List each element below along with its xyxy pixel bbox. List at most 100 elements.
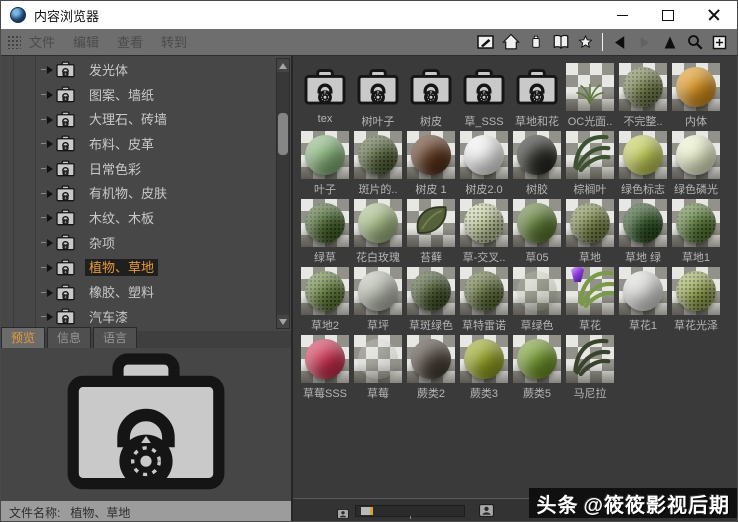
tree-item-杂项[interactable]: 杂项 (1, 231, 291, 256)
scrollbar-thumb[interactable] (278, 113, 288, 155)
material-thumbnail[interactable] (566, 199, 614, 247)
material-thumbnail[interactable] (354, 335, 402, 383)
material-item[interactable]: 绿色磷光 (672, 131, 720, 196)
material-thumbnail[interactable] (566, 335, 614, 383)
menu-文件[interactable]: 文件 (29, 35, 55, 50)
material-thumbnail[interactable] (460, 199, 508, 247)
material-item[interactable]: 叶子 (301, 131, 349, 196)
material-item[interactable]: 草地 绿 (619, 199, 667, 264)
preset-jar-icon[interactable] (524, 32, 547, 53)
expander-icon[interactable] (41, 288, 53, 297)
material-item[interactable]: OC光面.. (566, 63, 614, 128)
material-thumbnail[interactable] (672, 63, 720, 111)
scroll-down-button[interactable] (277, 315, 289, 328)
material-thumbnail[interactable] (619, 199, 667, 247)
expander-icon[interactable] (41, 189, 53, 198)
close-button[interactable] (691, 1, 737, 29)
material-thumbnail[interactable] (460, 335, 508, 383)
material-thumbnail[interactable] (566, 131, 614, 179)
menu-查看[interactable]: 查看 (117, 35, 143, 50)
material-thumbnail[interactable] (407, 335, 455, 383)
catalog-book-icon[interactable] (549, 32, 572, 53)
expander-icon[interactable] (41, 214, 53, 223)
tree-item-大理石、砖墙[interactable]: 大理石、砖墙 (1, 107, 291, 132)
material-item[interactable]: 蕨类3 (460, 335, 508, 400)
expander-icon[interactable] (41, 263, 53, 272)
expander-icon[interactable] (41, 165, 53, 174)
material-item[interactable]: 苔藓 (407, 199, 455, 264)
material-thumbnail[interactable] (301, 131, 349, 179)
material-item[interactable]: 草地1 (672, 199, 720, 264)
folder-thumbnail[interactable] (354, 63, 402, 111)
favorites-star-icon[interactable] (574, 32, 597, 53)
material-item[interactable]: 树皮2.0 (460, 131, 508, 196)
material-thumbnail[interactable] (407, 131, 455, 179)
material-thumbnail[interactable] (619, 267, 667, 315)
material-item[interactable]: 蕨类5 (513, 335, 561, 400)
add-browser-icon[interactable] (708, 32, 731, 53)
tree-item-发光体[interactable]: 发光体 (1, 58, 291, 83)
material-item[interactable]: 草坪 (354, 267, 402, 332)
material-item[interactable]: 草莓SSS (301, 335, 349, 400)
up-icon[interactable] (658, 32, 681, 53)
menu-编辑[interactable]: 编辑 (73, 35, 99, 50)
back-icon[interactable] (608, 32, 631, 53)
folder-thumbnail[interactable] (301, 63, 349, 111)
expander-icon[interactable] (41, 66, 53, 75)
material-thumbnail[interactable] (354, 267, 402, 315)
material-thumbnail[interactable] (513, 131, 561, 179)
material-item[interactable]: 花白玫瑰 (354, 199, 402, 264)
tree-item-汽车漆[interactable]: 汽车漆 (1, 305, 291, 330)
forward-icon[interactable] (633, 32, 656, 53)
search-icon[interactable] (683, 32, 706, 53)
material-thumbnail[interactable] (354, 131, 402, 179)
material-item[interactable]: tex (301, 63, 349, 127)
material-thumbnail[interactable] (301, 267, 349, 315)
material-item[interactable]: 草地 (566, 199, 614, 264)
material-item[interactable]: 内体 (672, 63, 720, 128)
material-thumbnail[interactable] (354, 199, 402, 247)
material-item[interactable]: 草地2 (301, 267, 349, 332)
material-item[interactable]: 草05 (513, 199, 561, 264)
material-item[interactable]: 棕榈叶 (566, 131, 614, 196)
menu-转到[interactable]: 转到 (161, 35, 187, 50)
material-item[interactable]: 树皮 1 (407, 131, 455, 196)
tab-语言[interactable]: 语言 (93, 327, 138, 348)
expander-icon[interactable] (41, 140, 53, 149)
expander-icon[interactable] (41, 239, 53, 248)
material-thumbnail[interactable] (460, 131, 508, 179)
material-thumbnail[interactable] (566, 63, 614, 111)
material-item[interactable]: 蕨类2 (407, 335, 455, 400)
material-item[interactable]: 草特雷诺 (460, 267, 508, 332)
material-item[interactable]: 草地和花 (513, 63, 561, 128)
material-item[interactable]: 斑片的.. (354, 131, 402, 196)
material-thumbnail[interactable] (301, 335, 349, 383)
material-item[interactable]: 绿草 (301, 199, 349, 264)
slider-handle[interactable] (360, 507, 373, 515)
material-item[interactable]: 草-交叉.. (460, 199, 508, 264)
tree-item-日常色彩[interactable]: 日常色彩 (1, 157, 291, 182)
material-item[interactable]: 树皮 (407, 63, 455, 128)
material-item[interactable]: 草花光泽 (672, 267, 720, 332)
material-thumbnail[interactable] (619, 131, 667, 179)
scroll-up-button[interactable] (277, 59, 289, 72)
folder-thumbnail[interactable] (513, 63, 561, 111)
material-thumbnail[interactable] (672, 131, 720, 179)
material-item[interactable]: 马尼拉 (566, 335, 614, 400)
material-item[interactable]: 草斑绿色 (407, 267, 455, 332)
material-thumbnail[interactable] (513, 199, 561, 247)
tree-scrollbar[interactable] (276, 58, 290, 329)
material-thumbnail[interactable] (513, 267, 561, 315)
tree-item-木纹、木板[interactable]: 木纹、木板 (1, 206, 291, 231)
minimize-button[interactable] (599, 1, 645, 29)
home-icon[interactable] (499, 32, 522, 53)
tab-预览[interactable]: 预览 (1, 327, 46, 348)
material-thumbnail[interactable] (407, 267, 455, 315)
expander-icon[interactable] (41, 91, 53, 100)
material-item[interactable]: 树胶 (513, 131, 561, 196)
material-item[interactable]: 不完整.. (619, 63, 667, 128)
material-item[interactable]: 树叶子 (354, 63, 402, 128)
material-thumbnail[interactable] (460, 267, 508, 315)
material-item[interactable]: 绿色标志 (619, 131, 667, 196)
material-thumbnail[interactable] (619, 63, 667, 111)
